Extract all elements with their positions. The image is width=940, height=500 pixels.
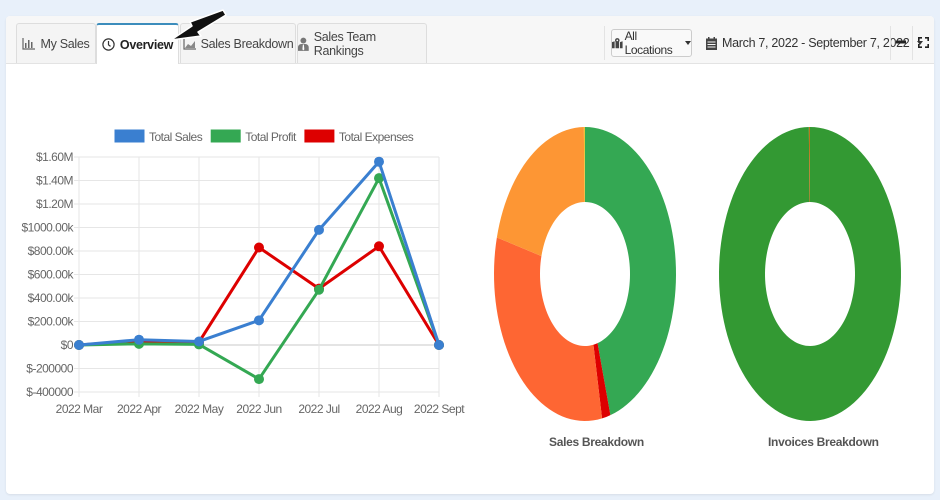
y-tick-label: $1.40M (36, 174, 74, 188)
mouse-pointer-arrow (170, 9, 227, 41)
line-chart: $1.60M $1.40M $1.20M $1000.00k $800.00k $600.… (21, 127, 901, 421)
y-tick-label: $-200000 (26, 362, 74, 376)
legend-swatch (113, 128, 146, 144)
y-tick-label: $200.00k (28, 315, 75, 329)
data-point (374, 156, 384, 167)
y-tick-label: $400.00k (28, 291, 75, 305)
y-tick-label: $1.60M (36, 150, 74, 164)
data-point (254, 374, 264, 385)
y-tick-label: $1.20M (36, 197, 74, 211)
x-tick-label: 2022 May (175, 402, 224, 416)
y-tick-label: $600.00k (28, 268, 75, 282)
data-point (194, 336, 204, 347)
y-tick-label: $0 (61, 338, 74, 352)
data-point (374, 241, 384, 252)
x-tick-label: 2022 Apr (117, 402, 162, 416)
x-tick-label: 2022 Sept (414, 402, 465, 416)
sales-breakdown-slice (494, 237, 603, 421)
data-point (254, 315, 264, 326)
legend-swatch (303, 128, 336, 144)
data-point (314, 224, 324, 235)
sales-breakdown-slice (496, 127, 585, 257)
data-point (434, 340, 444, 350)
y-tick-label: $-400000 (26, 385, 74, 399)
legend-label: Total Profit (245, 130, 297, 144)
invoices-breakdown-title: Invoices Breakdown (768, 435, 879, 449)
data-point (314, 284, 324, 295)
x-tick-label: 2022 Mar (56, 402, 103, 416)
x-tick-label: 2022 Jun (236, 402, 281, 416)
sales-breakdown-title: Sales Breakdown (549, 435, 644, 449)
x-tick-label: 2022 Jul (298, 402, 339, 416)
y-tick-label: $800.00k (28, 244, 75, 258)
data-point (74, 340, 84, 350)
legend-label: Total Expenses (339, 130, 414, 144)
data-point (134, 334, 144, 345)
x-tick-label: 2022 Aug (356, 402, 403, 416)
legend-label: Total Sales (149, 130, 203, 144)
data-point (254, 242, 264, 253)
overview-panel: My Sales Overview Sales Breakdown Sales … (6, 16, 934, 494)
y-tick-label: $1000.00k (21, 221, 74, 235)
legend-swatch (209, 128, 242, 144)
